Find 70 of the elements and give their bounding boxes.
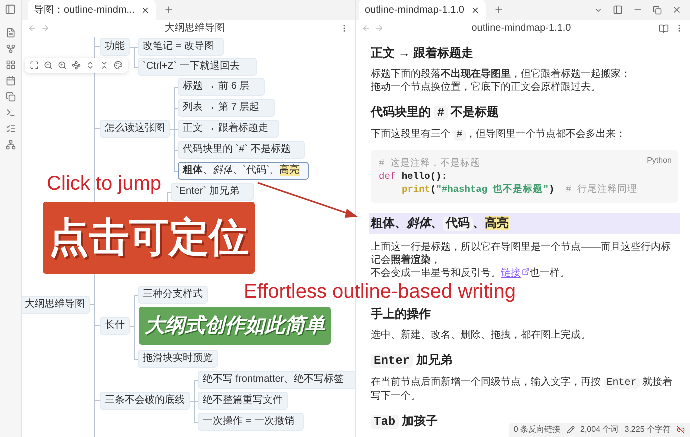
grid-icon[interactable]	[6, 60, 16, 70]
connector-line	[130, 294, 138, 360]
mindmap-node[interactable]: 绝不整篇重写文件	[198, 392, 288, 410]
pane-title: 大纲思维导图	[164, 22, 226, 36]
pane-title: outline-mindmap-1.1.0	[470, 22, 572, 36]
heading: 正文 → 跟着标题走	[371, 45, 475, 61]
paragraph: 选中、新建、改名、删除、拖拽，都在图上完成。	[371, 329, 592, 342]
tab-label: outline-mindmap-1.1.0	[365, 4, 464, 18]
reading-view-icon[interactable]	[659, 24, 669, 34]
mindmap-node[interactable]: `Ctrl+Z` 一下就退回去	[138, 58, 257, 76]
fit-icon[interactable]	[30, 61, 39, 70]
file-icon[interactable]	[6, 28, 16, 38]
sidebar-toggle-icon[interactable]	[613, 5, 623, 15]
code-line: print("#hashtag 也不是标题") # 行尾注释同理	[401, 183, 638, 196]
paragraph: 上面这一行是标题，所以它在导图里是一个节点——而且这些行内标记会照着渲染， 不会变成一串星号和反引号。链接 也一样。	[371, 241, 672, 280]
mindmap-node[interactable]: 一次操作 = 一次撤销	[198, 413, 304, 431]
close-icon[interactable]	[141, 6, 150, 14]
paragraph: 在当前节点后面新增一个同级节点，输入文字，再按 Enter 就接着写下一个。	[371, 376, 674, 403]
tab[interactable]: 导图：outline-mindm...	[28, 0, 156, 20]
banner: 点击可定位	[43, 202, 255, 274]
palette-icon[interactable]	[114, 61, 123, 70]
heading: 手上的操作	[371, 306, 432, 322]
heading: Enter 加兄弟	[371, 352, 678, 369]
caption: Click to jump	[47, 173, 162, 195]
restore-icon[interactable]	[653, 6, 662, 14]
mindmap-node[interactable]: 正文 → 跟着标题走	[178, 120, 279, 138]
mindmap-node[interactable]: 怎么读这张图	[100, 120, 170, 138]
calendar-icon[interactable]	[6, 76, 16, 86]
graph-icon[interactable]	[6, 44, 16, 54]
mindmap-node[interactable]: `Enter` 加兄弟	[171, 183, 254, 201]
mindmap-node[interactable]: 拖滑块实时预览	[138, 350, 218, 368]
banner: 大纲式创作如此简单	[139, 307, 331, 345]
mindmap-node[interactable]: 大纲思维导图	[22, 296, 90, 314]
mindmap-node[interactable]: 标题 → 前 6 层	[178, 78, 265, 96]
mindmap-node[interactable]: 长什	[100, 317, 130, 335]
new-tab-icon[interactable]	[164, 5, 174, 15]
mindmap-node[interactable]: 三条不会破的底线	[100, 392, 190, 410]
zoom-in-icon[interactable]	[58, 61, 67, 70]
mindmap-node[interactable]: 功能	[100, 38, 130, 56]
sidebar-toggle-icon[interactable]	[5, 4, 16, 15]
mindmap-node[interactable]: 粗体、斜体、`代码`、高亮	[178, 162, 309, 180]
terminal-icon[interactable]	[6, 108, 16, 118]
mindmap-node[interactable]: 改笔记 = 改导图	[138, 38, 224, 56]
code-language: Python	[647, 155, 672, 167]
mindmap-node[interactable]: 绝不写 frontmatter、绝不写标签	[198, 371, 355, 389]
close-icon[interactable]	[470, 6, 480, 14]
paragraph: 下面这段里有三个 # ，但导图里一个节点都不会多出来：	[371, 128, 627, 142]
hierarchy-icon[interactable]	[6, 140, 16, 150]
connector-line	[130, 46, 138, 68]
checklist-icon[interactable]	[6, 124, 16, 134]
heading: 粗体、斜体、 代码 、高亮	[369, 213, 680, 234]
copy-icon[interactable]	[6, 92, 16, 102]
tab-label: 导图：outline-mindm...	[34, 4, 136, 18]
external-link-icon	[522, 268, 530, 276]
code-line: def hello():	[379, 170, 448, 183]
caption: Effortless outline-based writing	[244, 280, 516, 304]
expand-icon[interactable]	[86, 61, 95, 70]
paragraph: 标题下面的段落不出现在导图里，但它跟着标题一起搬家： 拖动一个节点换位置，它底下的正文会原样跟过去。	[371, 68, 632, 94]
connector-line	[190, 380, 198, 422]
zoom-out-icon[interactable]	[44, 61, 53, 70]
heading: 代码块里的 # 不是标题	[371, 104, 500, 121]
mindmap-node[interactable]: 三种分支样式	[138, 286, 208, 304]
mindmap-node[interactable]: 代码块里的 `#` 不是标题	[178, 141, 305, 159]
branch-style-icon[interactable]	[72, 61, 81, 70]
new-tab-icon[interactable]	[494, 5, 504, 15]
pencil-icon[interactable]	[566, 426, 574, 434]
collapse-icon[interactable]	[100, 61, 109, 70]
code-line: # 这是注释，不是标题	[379, 157, 480, 170]
mindmap-node[interactable]: 列表 → 第 7 层起	[178, 99, 275, 117]
tab[interactable]: outline-mindmap-1.1.0	[359, 0, 486, 20]
